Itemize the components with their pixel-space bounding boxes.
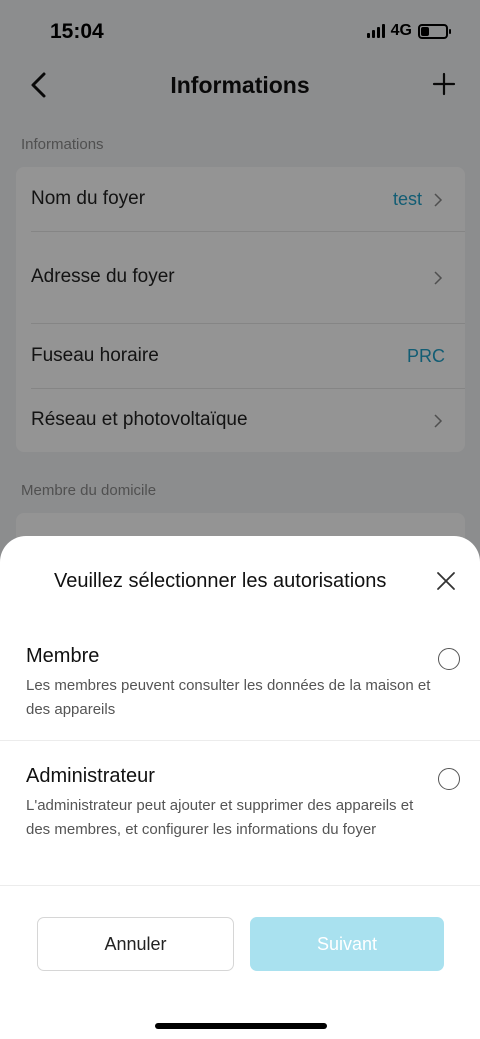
member-radio[interactable] bbox=[438, 648, 460, 670]
divider bbox=[0, 740, 480, 741]
option-administrator[interactable]: Administrateur L'administrateur peut ajo… bbox=[0, 765, 480, 865]
sheet-title: Veuillez sélectionner les autorisations bbox=[54, 570, 387, 592]
next-button[interactable]: Suivant bbox=[250, 917, 444, 971]
close-icon[interactable] bbox=[436, 571, 456, 591]
option-description: Les membres peuvent consulter les donnée… bbox=[26, 677, 431, 718]
permissions-sheet: Veuillez sélectionner les autorisations … bbox=[0, 536, 480, 1039]
option-member[interactable]: Membre Les membres peuvent consulter les… bbox=[0, 645, 480, 725]
divider bbox=[0, 885, 480, 886]
cancel-button[interactable]: Annuler bbox=[37, 917, 234, 971]
home-indicator bbox=[155, 1023, 327, 1029]
option-title: Membre bbox=[26, 645, 100, 667]
administrator-radio[interactable] bbox=[438, 768, 460, 790]
option-title: Administrateur bbox=[26, 765, 155, 787]
option-description: L'administrateur peut ajouter et supprim… bbox=[26, 797, 414, 838]
